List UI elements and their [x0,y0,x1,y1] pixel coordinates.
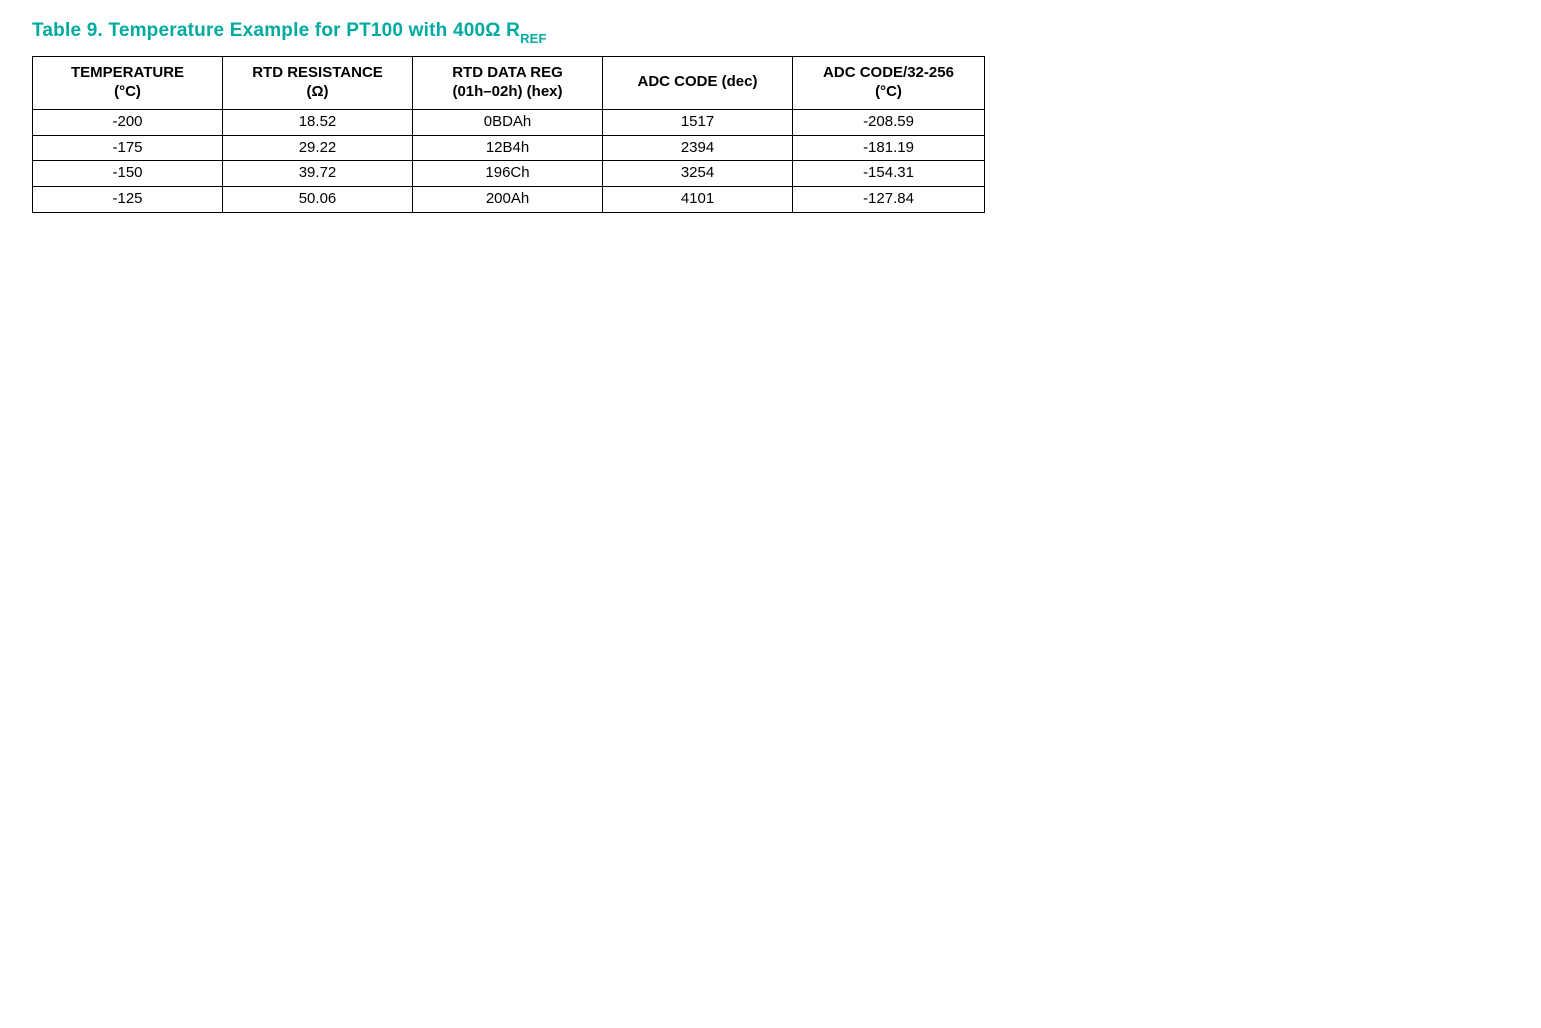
cell-calc: -208.59 [793,109,985,135]
table-title-text: Table 9. Temperature Example for PT100 w… [32,20,520,41]
header-temperature: TEMPERATURE (°C) [33,56,223,109]
cell-temp: -150 [33,161,223,187]
header-line: RTD RESISTANCE [252,64,383,81]
cell-reg: 200Ah [413,187,603,213]
table-header-row: TEMPERATURE (°C) RTD RESISTANCE (Ω) RTD … [33,56,985,109]
header-line: TEMPERATURE [71,64,184,81]
header-line: (°C) [875,83,902,100]
cell-adc: 1517 [603,109,793,135]
table-body: -200 18.52 0BDAh 1517 -208.59 -175 29.22… [33,109,985,212]
header-adc-code-calc: ADC CODE/32-256 (°C) [793,56,985,109]
header-rtd-data-reg: RTD DATA REG (01h–02h) (hex) [413,56,603,109]
cell-temp: -125 [33,187,223,213]
header-line: RTD DATA REG [452,64,563,81]
header-line: (°C) [114,83,141,100]
header-rtd-resistance: RTD RESISTANCE (Ω) [223,56,413,109]
cell-reg: 196Ch [413,161,603,187]
cell-temp: -175 [33,135,223,161]
cell-res: 50.06 [223,187,413,213]
header-line: ADC CODE/32-256 [823,64,954,81]
table-row: -125 50.06 200Ah 4101 -127.84 [33,187,985,213]
cell-temp: -200 [33,109,223,135]
header-line: (Ω) [306,83,328,100]
cell-adc: 3254 [603,161,793,187]
table-row: -150 39.72 196Ch 3254 -154.31 [33,161,985,187]
cell-res: 18.52 [223,109,413,135]
temperature-table: TEMPERATURE (°C) RTD RESISTANCE (Ω) RTD … [32,56,985,213]
header-line: (01h–02h) (hex) [452,83,562,100]
table-row: -175 29.22 12B4h 2394 -181.19 [33,135,985,161]
cell-res: 39.72 [223,161,413,187]
cell-reg: 0BDAh [413,109,603,135]
cell-calc: -181.19 [793,135,985,161]
header-line: ADC CODE (dec) [637,73,757,90]
table-title: Table 9. Temperature Example for PT100 w… [32,20,1509,44]
header-adc-code: ADC CODE (dec) [603,56,793,109]
cell-res: 29.22 [223,135,413,161]
cell-adc: 4101 [603,187,793,213]
table-row: -200 18.52 0BDAh 1517 -208.59 [33,109,985,135]
cell-calc: -127.84 [793,187,985,213]
cell-calc: -154.31 [793,161,985,187]
table-title-subscript: REF [520,31,547,46]
cell-reg: 12B4h [413,135,603,161]
cell-adc: 2394 [603,135,793,161]
